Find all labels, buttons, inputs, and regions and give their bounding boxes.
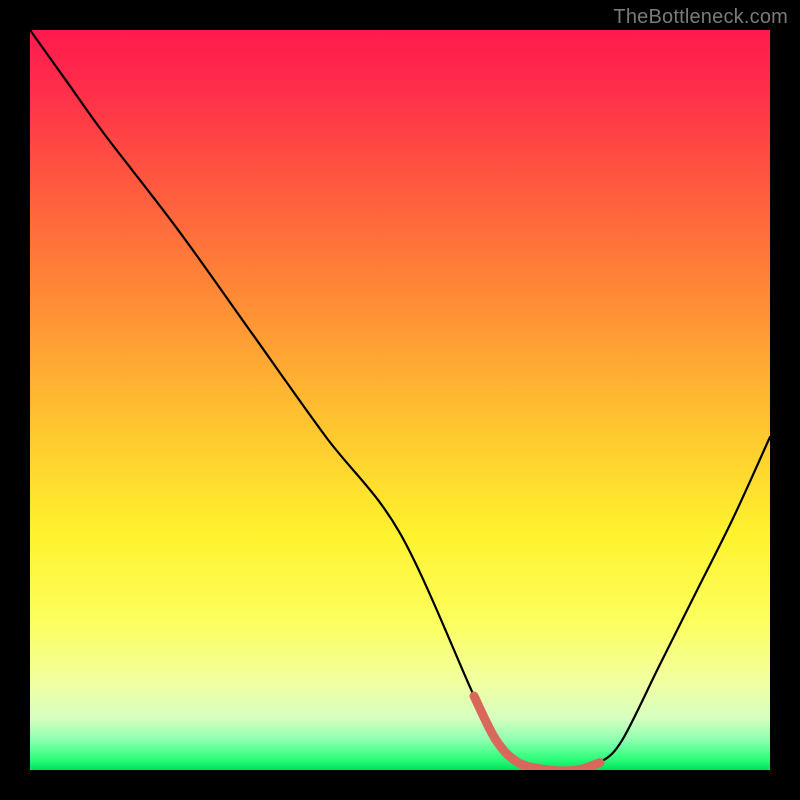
- highlight-segment: [474, 696, 600, 770]
- watermark-text: TheBottleneck.com: [613, 6, 788, 29]
- chart-frame: [30, 30, 770, 770]
- chart-svg: [30, 30, 770, 770]
- bottleneck-curve: [30, 30, 770, 770]
